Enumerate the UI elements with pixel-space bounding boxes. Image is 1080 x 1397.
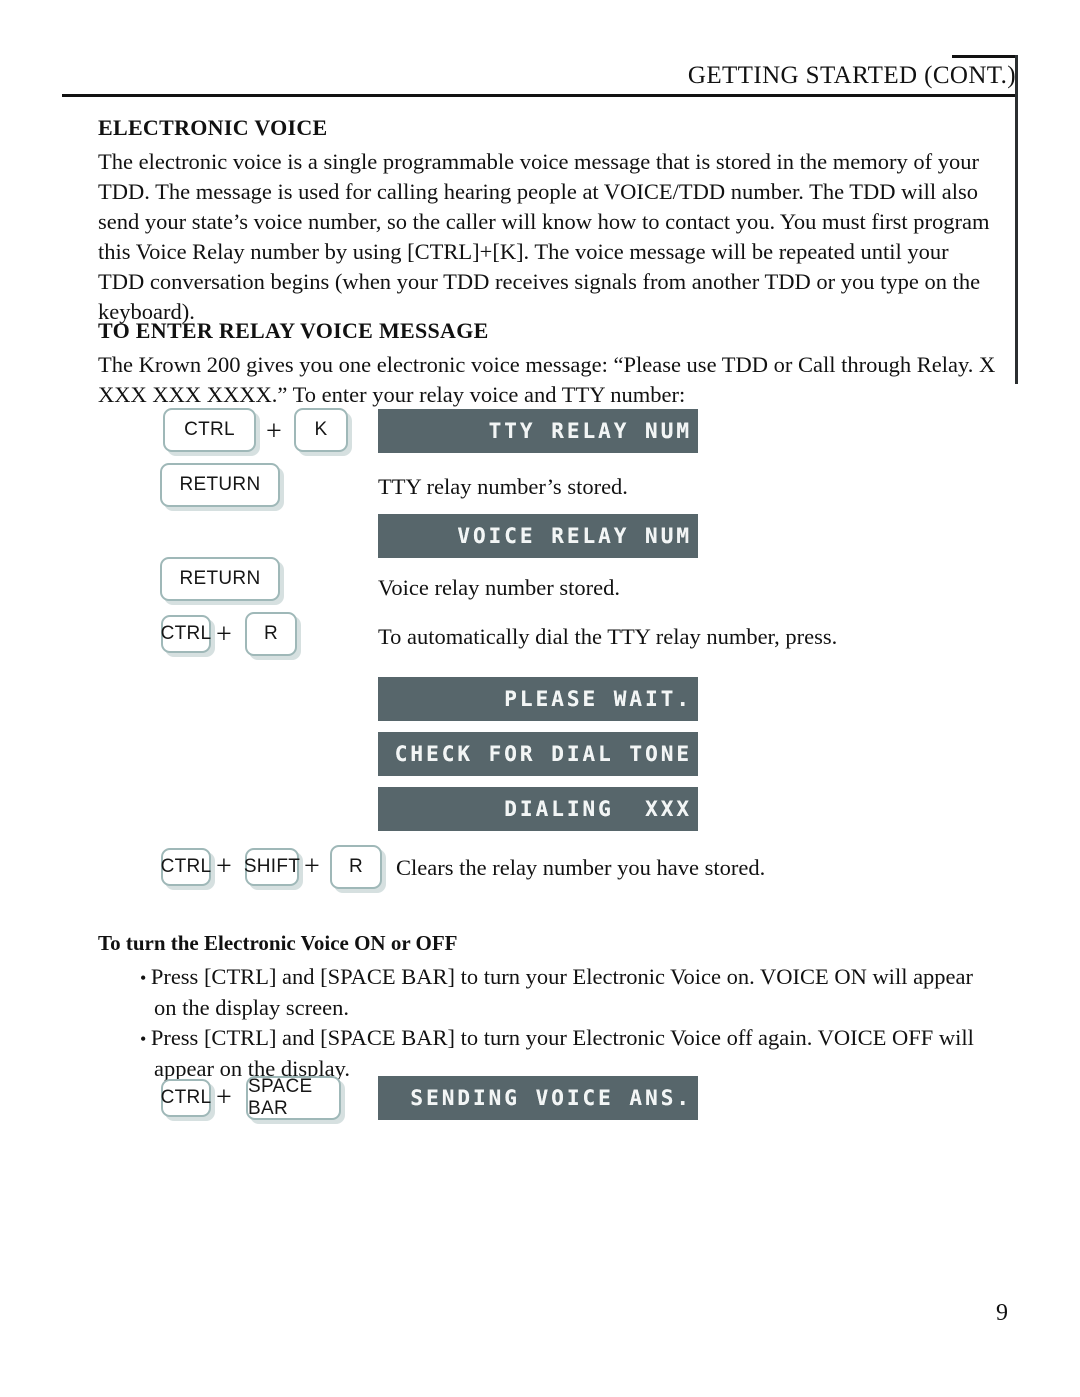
lcd-please-wait: PLEASE WAIT.: [378, 677, 698, 721]
lcd-text: CHECK FOR DIAL TONE: [394, 742, 692, 766]
key-return-2[interactable]: RETURN: [160, 557, 280, 601]
page-header: GETTING STARTED (CONT.): [0, 0, 1080, 384]
key-return-1[interactable]: RETURN: [160, 463, 280, 507]
plus-sign: +: [216, 619, 232, 650]
key-shift[interactable]: SHIFT: [244, 848, 300, 886]
plus-sign: +: [216, 1082, 232, 1113]
caption-tty-stored: TTY relay number’s stored.: [378, 474, 628, 499]
section-relay-voice-message: TO ENTER RELAY VOICE MESSAGE The Krown 2…: [98, 318, 998, 410]
page-header-title: GETTING STARTED (CONT.): [687, 62, 1016, 89]
list-item: Press [CTRL] and [SPACE BAR] to turn you…: [132, 962, 998, 1023]
key-r-1[interactable]: R: [245, 612, 297, 656]
header-rule-top: [952, 55, 1018, 58]
section-electronic-voice: ELECTRONIC VOICE The electronic voice is…: [98, 115, 998, 327]
lcd-check-for-dial-tone: CHECK FOR DIAL TONE: [378, 732, 698, 776]
lcd-tty-relay-num: TTY RELAY NUM: [378, 409, 698, 453]
caption-clears-relay: Clears the relay number you have stored.: [396, 855, 766, 880]
key-space-bar[interactable]: SPACE BAR: [246, 1076, 341, 1120]
caption-voice-stored: Voice relay number stored.: [378, 575, 621, 600]
key-ctrl-3[interactable]: CTRL: [161, 848, 211, 886]
plus-sign: +: [304, 851, 320, 882]
relay-voice-message-heading: TO ENTER RELAY VOICE MESSAGE: [98, 318, 489, 343]
lcd-text: DIALING XXX: [504, 797, 692, 821]
key-ctrl[interactable]: CTRL: [163, 408, 256, 452]
key-ctrl-2[interactable]: CTRL: [161, 615, 211, 653]
caption-auto-dial: To automatically dial the TTY relay numb…: [378, 624, 838, 649]
voice-on-off-heading: To turn the Electronic Voice ON or OFF: [98, 931, 458, 955]
page-number: 9: [996, 1300, 1008, 1326]
electronic-voice-paragraph: The electronic voice is a single program…: [98, 149, 990, 324]
plus-sign: +: [266, 416, 282, 447]
lcd-text: TTY RELAY NUM: [488, 419, 692, 443]
header-rule-main: [62, 94, 1018, 97]
key-ctrl-4[interactable]: CTRL: [161, 1079, 211, 1117]
key-r-2[interactable]: R: [330, 845, 382, 889]
lcd-dialing: DIALING XXX: [378, 787, 698, 831]
lcd-text: SENDING VOICE ANS.: [410, 1086, 692, 1110]
header-rule-vertical: [1015, 55, 1018, 384]
relay-voice-message-paragraph: The Krown 200 gives you one electronic v…: [98, 352, 996, 407]
lcd-voice-relay-num: VOICE RELAY NUM: [378, 514, 698, 558]
plus-sign: +: [216, 851, 232, 882]
voice-on-off-bullets: Press [CTRL] and [SPACE BAR] to turn you…: [98, 962, 998, 1084]
section-voice-on-off: To turn the Electronic Voice ON or OFF P…: [98, 931, 998, 1084]
lcd-text: VOICE RELAY NUM: [457, 524, 692, 548]
electronic-voice-heading: ELECTRONIC VOICE: [98, 115, 328, 140]
key-k[interactable]: K: [294, 408, 348, 452]
lcd-sending-voice-ans: SENDING VOICE ANS.: [378, 1076, 698, 1120]
list-item: Press [CTRL] and [SPACE BAR] to turn you…: [132, 1023, 998, 1084]
lcd-text: PLEASE WAIT.: [504, 687, 692, 711]
